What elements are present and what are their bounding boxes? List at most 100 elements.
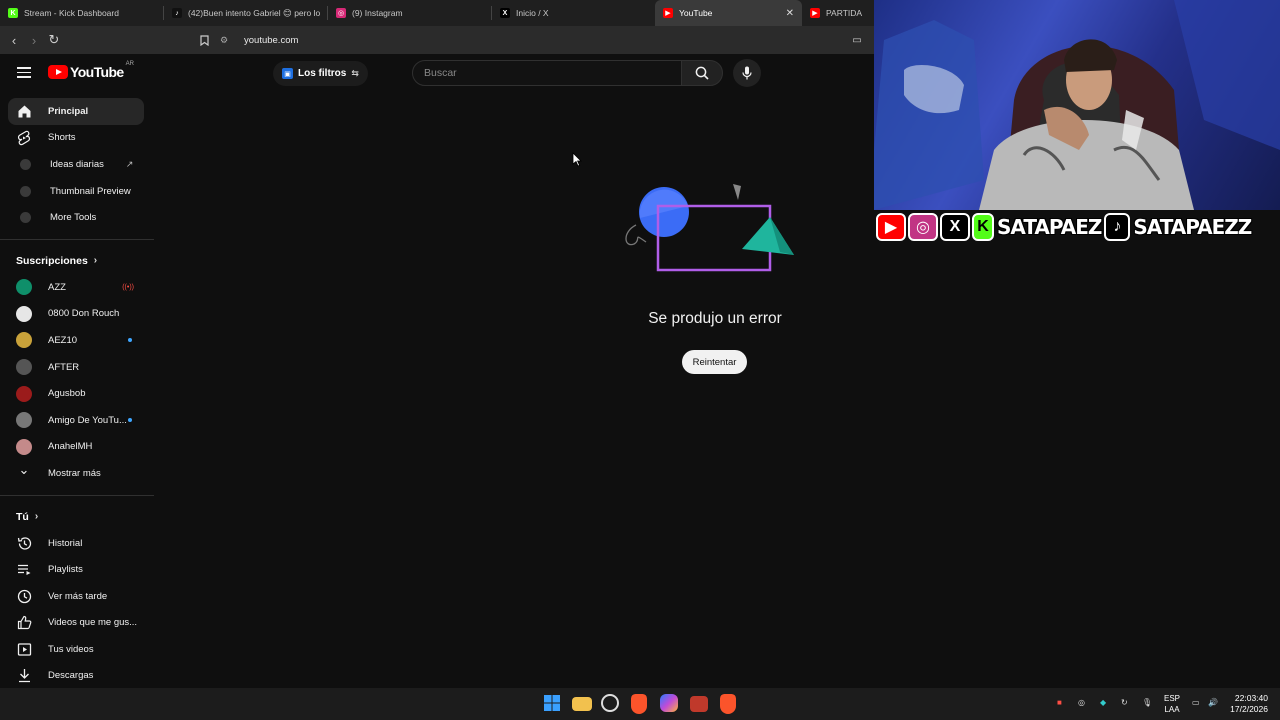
sidebar-item-downloads[interactable]: Descargas <box>0 663 154 688</box>
new-content-dot <box>128 338 132 343</box>
error-illustration <box>625 184 794 272</box>
tray-sync-icon[interactable]: ↻ <box>1121 698 1128 707</box>
browser-toolbar: ‹ › ↻ ⚙ youtube.com ▭ <box>0 26 874 54</box>
subscription-item[interactable]: AnahelMH <box>0 434 154 461</box>
tray-mic-icon[interactable]: 🎙 <box>1142 698 1152 707</box>
sidebar-item-shorts[interactable]: Shorts <box>0 125 154 152</box>
volume-icon[interactable]: 🔊 <box>1208 698 1218 707</box>
sidebar-item-principal[interactable]: Principal <box>8 98 144 125</box>
sliders-icon: ⇆ <box>351 68 359 78</box>
copilot-icon[interactable] <box>660 694 678 712</box>
extension-icon <box>20 212 31 224</box>
tray-obs-icon[interactable]: ◎ <box>1078 698 1085 707</box>
youtube-logo[interactable]: YouTube AR <box>48 61 134 80</box>
extension-icon <box>20 158 31 170</box>
clock-date: 17/2/2026 <box>1230 704 1268 714</box>
browser-tab[interactable]: ▶ PARTIDAZ <box>802 0 862 26</box>
tab-title: YouTube <box>679 8 713 18</box>
browser-tab[interactable]: K Stream - Kick Dashboard <box>0 0 163 26</box>
windows-taskbar: ■ ◎ ◆ ↻ 🎙 ESP LAA ▭ 🔊 22:03:40 17/2/2026 <box>0 688 1280 720</box>
brave-icon[interactable] <box>631 694 647 714</box>
cast-icon[interactable]: ▭ <box>847 30 867 50</box>
network-icon[interactable]: ▭ <box>1192 698 1200 707</box>
sidebar-item-label: AFTER <box>48 361 80 373</box>
search-box[interactable] <box>412 60 682 86</box>
x-icon: X <box>940 213 970 241</box>
subscription-item[interactable]: AZZ ((•)) <box>0 274 154 301</box>
browser-tab-bar: K Stream - Kick Dashboard ♪ (42)Buen intent… <box>0 0 874 26</box>
search-icon <box>695 66 709 80</box>
youtube-play-icon <box>48 65 68 79</box>
file-explorer-icon[interactable] <box>572 697 592 711</box>
sidebar-item-like[interactable]: Videos que me gus... <box>0 610 154 637</box>
search-button[interactable] <box>681 60 723 86</box>
tab-title: Stream - Kick Dashboard <box>24 8 119 18</box>
you-title: Tú <box>16 510 29 523</box>
browser-tab[interactable]: X Inicio / X <box>492 0 655 26</box>
subscription-item[interactable]: Amigo De YouTu... <box>0 407 154 434</box>
sidebar-item-playlists[interactable]: Playlists <box>0 556 154 583</box>
sidebar-item-your-videos[interactable]: Tus videos <box>0 636 154 663</box>
subscription-item[interactable]: AEZ10 <box>0 327 154 354</box>
subscription-item[interactable]: AFTER <box>0 354 154 381</box>
history-icon <box>16 535 32 551</box>
sidebar-item-extension[interactable]: Thumbnail Preview <box>0 178 154 205</box>
subscription-item[interactable]: Agusbob <box>0 380 154 407</box>
back-icon[interactable]: ‹ <box>4 30 24 50</box>
sidebar-item-extension[interactable]: More Tools <box>0 204 154 231</box>
social-overlay: ▶ ◎ X K SATAPAEZ ♪ SATAPAEZZ <box>876 209 1280 245</box>
input-language[interactable]: ESP LAA <box>1164 693 1180 715</box>
tab-title: PARTIDAZ <box>826 8 862 18</box>
subscription-item[interactable]: 0800 Don Rouch <box>0 301 154 328</box>
sidebar-item-history[interactable]: Historial <box>0 530 154 557</box>
windows-start-icon[interactable] <box>543 694 563 714</box>
bookmark-icon[interactable] <box>194 30 214 50</box>
sidebar-item-label: More Tools <box>50 212 97 224</box>
sidebar-item-label: AZZ <box>48 281 66 293</box>
filters-label: Los filtros <box>298 68 347 79</box>
close-tab-icon[interactable]: ✕ <box>786 8 794 19</box>
tray-app-icon[interactable]: ■ <box>1057 698 1062 707</box>
live-indicator-icon: ((•)) <box>122 283 134 291</box>
show-more-button[interactable]: ⌄ Mostrar más <box>0 460 154 487</box>
site-settings-icon[interactable]: ⚙ <box>220 35 234 46</box>
app-icon[interactable] <box>690 696 708 712</box>
filters-button[interactable]: ▣ Los filtros ⇆ <box>273 61 368 86</box>
sidebar-item-label: 0800 Don Rouch <box>48 308 120 320</box>
search-input[interactable] <box>424 67 681 79</box>
logo-text: YouTube <box>70 64 124 80</box>
new-content-dot <box>128 418 132 423</box>
you-header[interactable]: Tú › <box>0 504 154 530</box>
subscriptions-header[interactable]: Suscripciones › <box>0 248 154 274</box>
your-videos-icon <box>16 641 32 657</box>
sidebar-item-label: Playlists <box>48 564 83 576</box>
obs-icon[interactable] <box>601 694 619 712</box>
sidebar-item-label: Tus videos <box>48 643 94 655</box>
retry-button[interactable]: Reintentar <box>682 350 747 374</box>
streamer-image <box>874 0 1280 210</box>
browser-tab[interactable]: ◎ (9) Instagram <box>328 0 491 26</box>
masthead: YouTube AR ▣ Los filtros ⇆ <box>0 54 874 92</box>
tiktok-icon: ♪ <box>172 8 182 18</box>
sidebar-item-extension[interactable]: Ideas diarias ↗ <box>0 151 154 178</box>
sidebar-item-label: Ideas diarias <box>50 158 104 170</box>
handle-primary: SATAPAEZ <box>996 214 1103 240</box>
tray-security-icon[interactable]: ◆ <box>1100 698 1106 707</box>
address-bar[interactable]: ⚙ youtube.com <box>220 30 870 50</box>
sidebar-item-label: Mostrar más <box>48 467 101 479</box>
menu-icon[interactable] <box>17 67 31 78</box>
keyboard-layout: LAA <box>1164 705 1180 714</box>
sidebar-item-label: AnahelMH <box>48 441 93 453</box>
forward-icon[interactable]: › <box>24 30 44 50</box>
voice-search-button[interactable] <box>733 59 761 87</box>
brave-beta-icon[interactable] <box>720 694 736 714</box>
kick-icon: K <box>972 213 994 241</box>
reload-icon[interactable]: ↻ <box>44 30 64 50</box>
system-clock[interactable]: 22:03:40 17/2/2026 <box>1230 693 1268 715</box>
channel-avatar <box>16 279 32 296</box>
microphone-icon <box>742 66 752 80</box>
tab-title: Inicio / X <box>516 8 549 18</box>
sidebar-item-watch-later[interactable]: Ver más tarde <box>0 583 154 610</box>
browser-tab[interactable]: ♪ (42)Buen intento Gabriel 😊 pero lo <box>164 0 327 26</box>
browser-tab[interactable]: ▶ YouTube ✕ <box>655 0 802 26</box>
